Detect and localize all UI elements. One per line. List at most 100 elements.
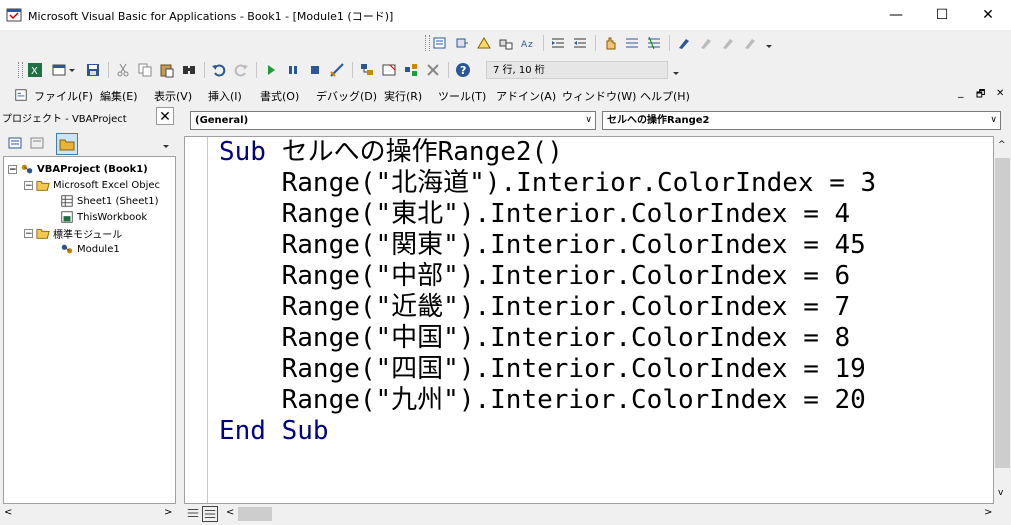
- hscroll-thumb[interactable]: [238, 507, 272, 521]
- menu-window[interactable]: ウィンドウ(W): [562, 88, 636, 104]
- code-line[interactable]: Range("中部").Interior.ColorIndex = 6: [219, 261, 851, 292]
- menu-run[interactable]: 実行(R): [384, 88, 422, 104]
- tree-node-standard-modules[interactable]: − 標準モジュール: [24, 225, 122, 241]
- svg-text:X: X: [31, 66, 38, 77]
- code-line[interactable]: End Sub: [219, 416, 329, 447]
- find-icon[interactable]: [180, 61, 198, 79]
- menu-addins[interactable]: アドイン(A): [496, 88, 556, 104]
- view-code-icon[interactable]: [6, 134, 24, 152]
- insert-dropdown-icon[interactable]: [68, 61, 76, 79]
- tree-node-sheet1[interactable]: Sheet1 (Sheet1): [60, 193, 159, 209]
- project-explorer-close-button[interactable]: ✕: [156, 107, 174, 125]
- uncomment-block-icon[interactable]: [645, 34, 663, 52]
- object-combo[interactable]: (General) ∨: [190, 111, 596, 130]
- scroll-right-icon[interactable]: >: [164, 507, 172, 518]
- scroll-up-icon[interactable]: ^: [998, 140, 1006, 150]
- code-margin[interactable]: [185, 137, 208, 503]
- menu-format[interactable]: 書式(O): [260, 88, 299, 104]
- full-module-view-icon[interactable]: [202, 506, 218, 522]
- toggle-folders-icon[interactable]: [56, 133, 78, 155]
- previous-bookmark-icon[interactable]: [719, 34, 737, 52]
- run-icon[interactable]: [262, 61, 280, 79]
- quick-info-icon[interactable]: [475, 34, 493, 52]
- toolbox-icon[interactable]: [424, 61, 442, 79]
- project-tree-hscroll[interactable]: < >: [0, 506, 176, 522]
- menu-edit[interactable]: 編集(E): [100, 88, 138, 104]
- minimize-button[interactable]: —: [873, 0, 919, 30]
- reset-icon[interactable]: [306, 61, 324, 79]
- tree-node-vbaproject[interactable]: − VBAProject (Book1): [8, 161, 148, 177]
- comment-block-icon[interactable]: [623, 34, 641, 52]
- cut-icon[interactable]: [114, 61, 132, 79]
- copy-icon[interactable]: [136, 61, 154, 79]
- menu-bar: ファイル(F) 編集(E) 表示(V) 挿入(I) 書式(O) デバッグ(D) …: [0, 85, 1011, 105]
- toolbar-overflow-icon[interactable]: [765, 34, 773, 52]
- undo-icon[interactable]: [210, 61, 228, 79]
- paste-icon[interactable]: [158, 61, 176, 79]
- properties-window-icon[interactable]: [380, 61, 398, 79]
- parameter-info-icon[interactable]: [497, 34, 515, 52]
- scroll-down-icon[interactable]: v: [998, 488, 1003, 498]
- indent-icon[interactable]: [549, 34, 567, 52]
- help-icon[interactable]: ?: [454, 61, 472, 79]
- menu-help[interactable]: ヘルプ(H): [640, 88, 690, 104]
- code-line[interactable]: Range("関東").Interior.ColorIndex = 45: [219, 230, 866, 261]
- toolbar-grip[interactable]: [18, 62, 23, 78]
- next-bookmark-icon[interactable]: [697, 34, 715, 52]
- collapse-toggle[interactable]: −: [24, 228, 33, 238]
- child-restore-button[interactable]: 🗗: [976, 87, 985, 104]
- procedure-combo[interactable]: セルへの操作Range2 ∨: [602, 111, 1001, 130]
- menu-tools[interactable]: ツール(T): [438, 88, 486, 104]
- outdent-icon[interactable]: [571, 34, 589, 52]
- chevron-down-icon[interactable]: ∨: [585, 112, 592, 129]
- workbook-icon: [61, 211, 73, 223]
- clear-bookmarks-icon[interactable]: [741, 34, 759, 52]
- code-line[interactable]: Range("四国").Interior.ColorIndex = 19: [219, 354, 866, 385]
- close-button[interactable]: ✕: [965, 0, 1011, 30]
- design-mode-icon[interactable]: [328, 61, 346, 79]
- object-browser-icon[interactable]: [402, 61, 420, 79]
- list-constants-icon[interactable]: [453, 34, 471, 52]
- code-vscroll[interactable]: ^ v: [994, 136, 1011, 504]
- collapse-toggle[interactable]: −: [24, 180, 33, 190]
- child-close-button[interactable]: ✕: [996, 88, 1004, 99]
- menu-insert[interactable]: 挿入(I): [208, 88, 242, 104]
- code-line[interactable]: Range("近畿").Interior.ColorIndex = 7: [219, 292, 851, 323]
- list-properties-icon[interactable]: [431, 34, 449, 52]
- code-line[interactable]: Range("東北").Interior.ColorIndex = 4: [219, 199, 851, 230]
- project-explorer-icon[interactable]: [358, 61, 376, 79]
- toolbar-overflow-icon[interactable]: [672, 61, 680, 79]
- code-line[interactable]: Sub セルへの操作Range2(): [219, 137, 563, 168]
- toolbar-overflow-icon[interactable]: [162, 134, 170, 152]
- insert-userform-icon[interactable]: [50, 61, 68, 79]
- save-icon[interactable]: [84, 61, 102, 79]
- maximize-button[interactable]: ☐: [919, 0, 965, 30]
- child-minimize-button[interactable]: _: [958, 85, 964, 98]
- view-object-icon[interactable]: [28, 134, 46, 152]
- scroll-right-icon[interactable]: >: [984, 507, 992, 518]
- breakpoint-hand-icon[interactable]: [601, 34, 619, 52]
- tree-node-module1[interactable]: Module1: [60, 241, 120, 257]
- code-editor[interactable]: Sub セルへの操作Range2() Range("北海道").Interior…: [184, 136, 994, 504]
- menu-file[interactable]: ファイル(F): [34, 88, 93, 104]
- toggle-bookmark-icon[interactable]: [675, 34, 693, 52]
- scroll-thumb[interactable]: [995, 158, 1010, 468]
- procedure-view-icon[interactable]: [186, 506, 200, 520]
- chevron-down-icon[interactable]: ∨: [990, 112, 997, 129]
- collapse-toggle[interactable]: −: [8, 164, 17, 174]
- redo-icon[interactable]: [232, 61, 250, 79]
- complete-word-icon[interactable]: Az: [519, 34, 537, 52]
- scroll-left-icon[interactable]: <: [226, 507, 234, 518]
- svg-text:z: z: [528, 40, 533, 50]
- break-icon[interactable]: [284, 61, 302, 79]
- tree-node-thisworkbook[interactable]: ThisWorkbook: [60, 209, 147, 225]
- code-line[interactable]: Range("九州").Interior.ColorIndex = 20: [219, 385, 866, 416]
- menu-view[interactable]: 表示(V): [154, 88, 192, 104]
- view-excel-icon[interactable]: X: [26, 61, 44, 79]
- code-line[interactable]: Range("北海道").Interior.ColorIndex = 3: [219, 168, 877, 199]
- tree-node-excel-objects[interactable]: − Microsoft Excel Objec: [24, 177, 160, 193]
- menu-debug[interactable]: デバッグ(D): [316, 88, 377, 104]
- code-line[interactable]: Range("中国").Interior.ColorIndex = 8: [219, 323, 851, 354]
- scroll-left-icon[interactable]: <: [4, 507, 12, 518]
- toolbar-grip[interactable]: [425, 35, 430, 51]
